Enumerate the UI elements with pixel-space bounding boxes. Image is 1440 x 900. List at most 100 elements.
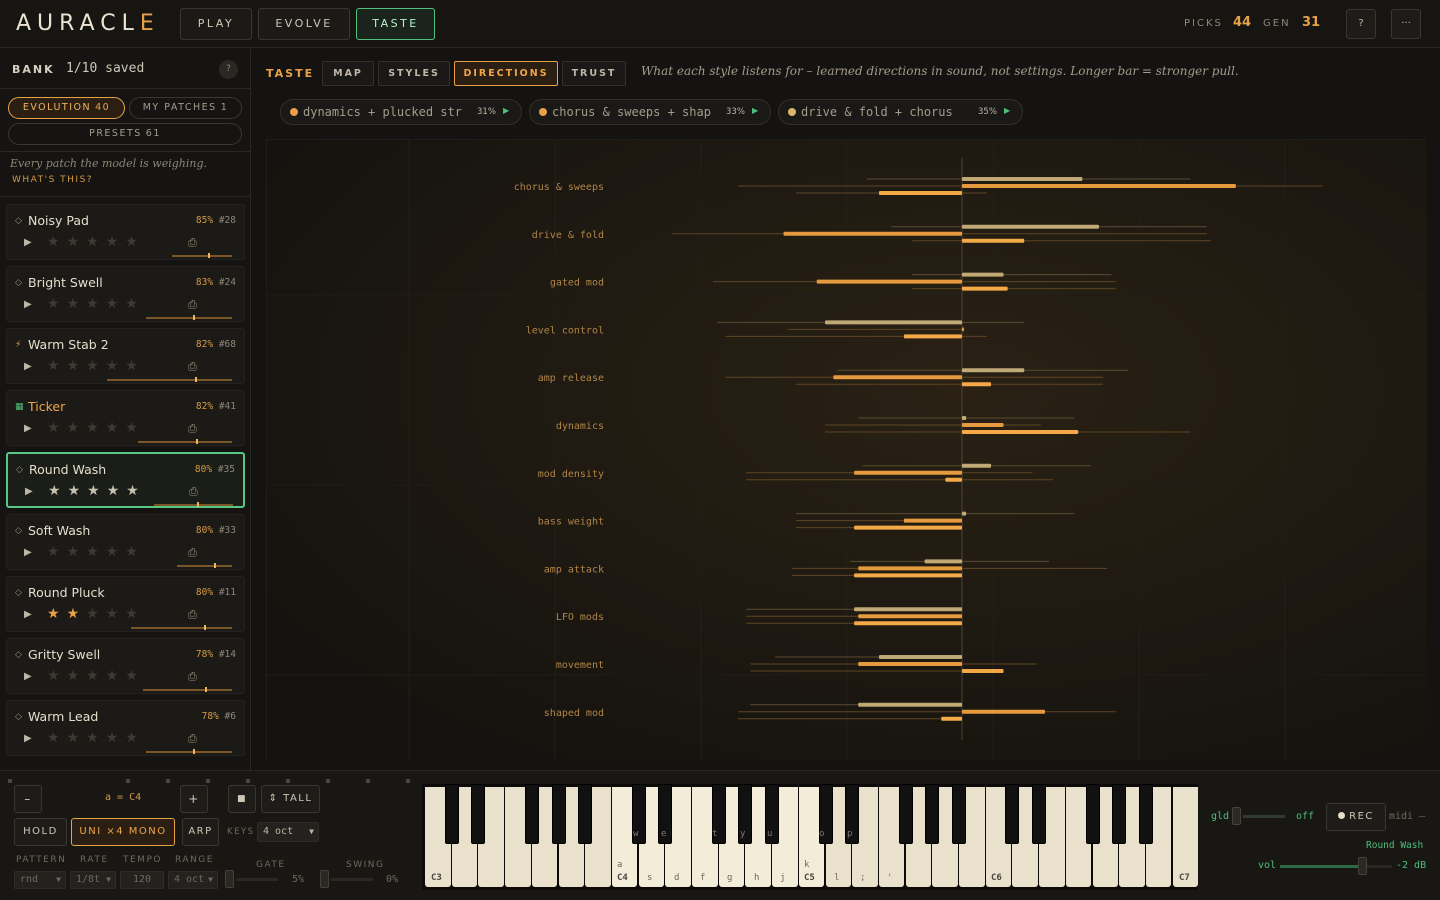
rate-select[interactable]: 1/8t ▼ — [70, 871, 116, 889]
star-icon[interactable]: ★ — [125, 668, 145, 684]
piano-black-key[interactable] — [551, 784, 566, 844]
play-icon[interactable]: ▶ — [503, 106, 509, 115]
star-icon[interactable]: ★ — [67, 296, 87, 312]
star-icon[interactable]: ★ — [86, 420, 106, 436]
star-icon[interactable]: ★ — [125, 296, 145, 312]
star-icon[interactable]: ★ — [86, 358, 106, 374]
volume-slider[interactable] — [1280, 865, 1362, 868]
star-icon[interactable]: ★ — [106, 606, 126, 622]
star-icon[interactable]: ★ — [47, 668, 67, 684]
tempo-input[interactable]: 120 — [120, 871, 164, 889]
filter-evolution[interactable]: EVOLUTION 40 — [8, 97, 125, 119]
gate-slider[interactable] — [236, 878, 278, 881]
help-button[interactable]: ? — [1346, 9, 1376, 39]
star-icon[interactable]: ★ — [126, 483, 146, 499]
star-icon[interactable]: ★ — [47, 234, 67, 250]
star-icon[interactable]: ★ — [106, 730, 126, 746]
star-icon[interactable]: ★ — [67, 234, 87, 250]
voice-mode-button[interactable]: UNI ×4 MONO — [71, 818, 175, 846]
play-icon[interactable]: ▶ — [24, 547, 32, 558]
play-icon[interactable]: ▶ — [24, 733, 32, 744]
star-icon[interactable]: ★ — [48, 483, 68, 499]
save-icon[interactable]: ⎙ — [188, 732, 197, 746]
play-icon[interactable]: ▶ — [24, 299, 32, 310]
keys-select[interactable]: 4 oct ▼ — [257, 822, 319, 842]
octave-down-button[interactable]: – — [14, 785, 42, 813]
patch-card[interactable]: ◇ Round Pluck 80% #11 ▶ ★★★★★ ⎙ — [6, 576, 245, 632]
star-icon[interactable]: ★ — [106, 296, 126, 312]
style-chip[interactable]: drive & fold + chorus 35% ▶ — [778, 99, 1023, 125]
piano-black-key[interactable] — [952, 784, 966, 844]
star-icon[interactable]: ★ — [125, 420, 145, 436]
tab-play[interactable]: PLAY — [180, 8, 252, 40]
play-icon[interactable]: ▶ — [1004, 106, 1010, 115]
octave-up-button[interactable]: + — [180, 785, 208, 813]
subtab-styles[interactable]: STYLES — [378, 61, 450, 86]
star-icon[interactable]: ★ — [125, 544, 145, 560]
piano-black-key[interactable] — [524, 784, 539, 844]
save-icon[interactable]: ⎙ — [188, 670, 197, 684]
star-icon[interactable]: ★ — [67, 730, 87, 746]
subtab-map[interactable]: MAP — [322, 61, 374, 86]
swing-slider-handle[interactable] — [320, 870, 329, 888]
filter-presets[interactable]: PRESETS 61 — [8, 123, 242, 145]
patch-card[interactable]: ◇ Round Wash 80% #35 ▶ ★★★★★ ⎙ — [6, 452, 245, 508]
record-button[interactable]: REC — [1326, 803, 1386, 831]
tall-toggle[interactable]: ⇕ TALL — [261, 785, 320, 813]
bank-help-button[interactable]: ? — [219, 60, 238, 79]
whats-this-link[interactable]: WHAT'S THIS? — [12, 175, 93, 185]
gate-slider-handle[interactable] — [225, 870, 234, 888]
star-icon[interactable]: ★ — [106, 420, 126, 436]
star-icon[interactable]: ★ — [107, 483, 127, 499]
pattern-select[interactable]: rnd ▼ — [14, 871, 66, 889]
piano-keyboard[interactable]: w e t y u o p C3 a C4 s d f g h j k C5 l; ' C6 C7 — [422, 784, 1199, 890]
piano-black-key[interactable] — [578, 784, 593, 844]
save-icon[interactable]: ⎙ — [188, 422, 197, 436]
star-icon[interactable]: ★ — [67, 420, 87, 436]
play-icon[interactable]: ▶ — [25, 486, 33, 497]
star-icon[interactable]: ★ — [47, 358, 67, 374]
volume-slider-handle[interactable] — [1358, 857, 1367, 875]
star-icon[interactable]: ★ — [47, 296, 67, 312]
star-icon[interactable]: ★ — [106, 668, 126, 684]
glide-slider[interactable] — [1243, 815, 1285, 818]
save-icon[interactable]: ⎙ — [189, 485, 198, 499]
star-icon[interactable]: ★ — [86, 544, 106, 560]
star-icon[interactable]: ★ — [47, 606, 67, 622]
star-icon[interactable]: ★ — [67, 544, 87, 560]
piano-black-key[interactable] — [925, 784, 940, 844]
piano-black-key[interactable] — [1085, 784, 1100, 844]
star-icon[interactable]: ★ — [125, 730, 145, 746]
tab-taste[interactable]: TASTE — [356, 8, 435, 40]
patch-card[interactable]: ◇ Noisy Pad 85% #28 ▶ ★★★★★ ⎙ — [6, 204, 245, 260]
subtab-directions[interactable]: DIRECTIONS — [454, 61, 558, 86]
piano-black-key[interactable] — [898, 784, 913, 844]
tab-evolve[interactable]: EVOLVE — [258, 8, 350, 40]
arp-button[interactable]: ARP — [182, 818, 219, 846]
glide-slider-handle[interactable] — [1232, 807, 1241, 825]
play-icon[interactable]: ▶ — [24, 361, 32, 372]
style-chip[interactable]: dynamics + plucked str 31% ▶ — [280, 99, 522, 125]
save-icon[interactable]: ⎙ — [188, 360, 197, 374]
piano-white-key[interactable] — [1172, 787, 1199, 887]
range-select[interactable]: 4 oct ▼ — [168, 871, 218, 889]
star-icon[interactable]: ★ — [125, 606, 145, 622]
star-icon[interactable]: ★ — [67, 606, 87, 622]
more-button[interactable]: ··· — [1391, 9, 1421, 39]
star-icon[interactable]: ★ — [86, 296, 106, 312]
star-icon[interactable]: ★ — [125, 234, 145, 250]
star-icon[interactable]: ★ — [87, 483, 107, 499]
filter-my-patches[interactable]: MY PATCHES 1 — [129, 97, 242, 119]
star-icon[interactable]: ★ — [106, 358, 126, 374]
patch-card[interactable]: ◇ Bright Swell 83% #24 ▶ ★★★★★ ⎙ — [6, 266, 245, 322]
play-icon[interactable]: ▶ — [24, 237, 32, 248]
star-icon[interactable]: ★ — [86, 668, 106, 684]
style-chip[interactable]: chorus & sweeps + shap 33% ▶ — [529, 99, 771, 125]
save-icon[interactable]: ⎙ — [188, 236, 197, 250]
save-icon[interactable]: ⎙ — [188, 546, 197, 560]
play-icon[interactable]: ▶ — [752, 106, 758, 115]
star-icon[interactable]: ★ — [86, 730, 106, 746]
swing-slider[interactable] — [331, 878, 373, 881]
play-icon[interactable]: ▶ — [24, 609, 32, 620]
piano-black-key[interactable] — [1005, 784, 1020, 844]
